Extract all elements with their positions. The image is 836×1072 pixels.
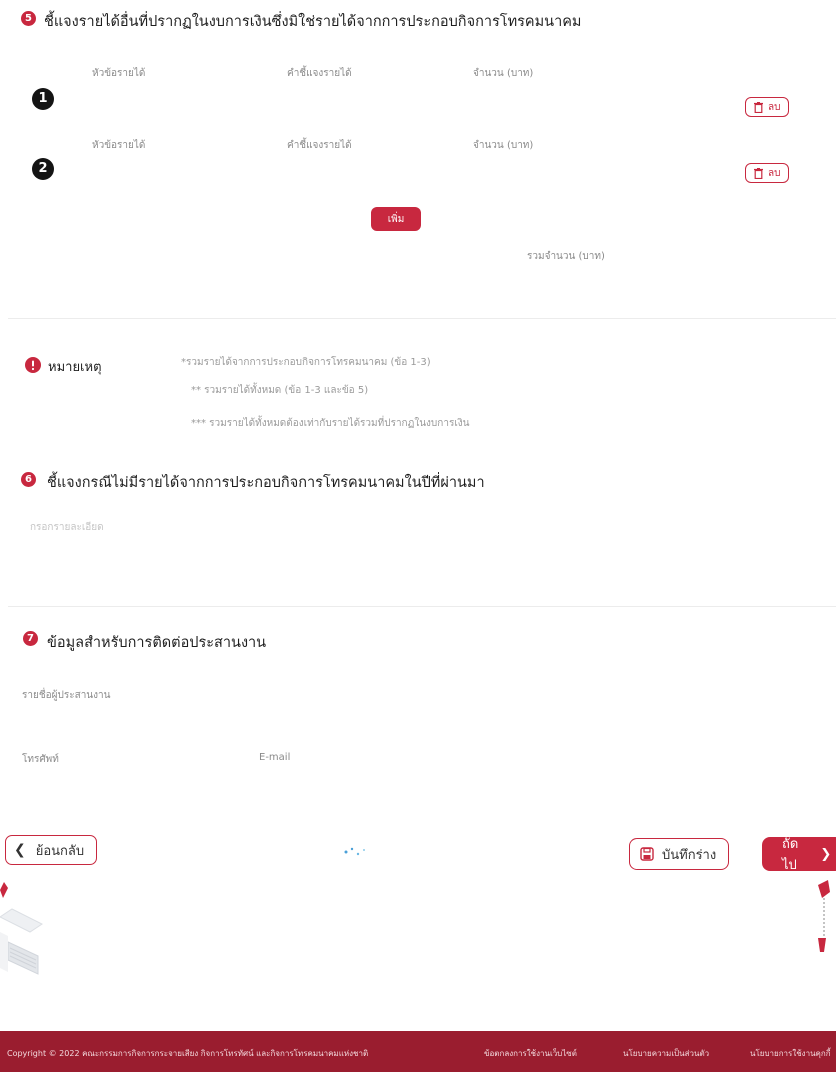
back-button[interactable]: ❮ ย้อนกลับ: [5, 835, 98, 865]
section-7-title: ข้อมูลสำหรับการติดต่อประสานงาน: [47, 635, 267, 651]
email-label: E-mail: [259, 752, 291, 763]
remark-line-1: *รวมรายได้จากการประกอบกิจการโทรคมนาคม (ข…: [181, 357, 431, 368]
alert-icon: [25, 357, 41, 377]
income-topic-label-1: หัวข้อรายได้: [92, 68, 146, 79]
income-amount-input-2[interactable]: [473, 154, 643, 178]
document-stack-illustration: [0, 872, 46, 986]
income-topic-label-2: หัวข้อรายได้: [92, 140, 146, 151]
income-topic-input-1[interactable]: [92, 82, 262, 106]
remark-line-3: *** รวมรายได้ทั้งหมดต้องเท่ากับรายได้รวม…: [191, 418, 470, 429]
site-footer: Copyright © 2022 คณะกรรมการกิจการกระจายเ…: [0, 1031, 836, 1072]
income-amount-label-1: จำนวน (บาท): [473, 68, 534, 79]
income-desc-label-2: คำชี้แจงรายได้: [287, 140, 352, 151]
next-button-label: ถัดไป: [782, 837, 799, 873]
income-desc-input-2[interactable]: [287, 154, 457, 178]
chevron-right-icon: ❯: [820, 846, 832, 862]
delete-button-label-1: ลบ: [768, 101, 781, 113]
dots-decoration: [343, 843, 369, 862]
add-row-button[interactable]: เพิ่ม: [371, 207, 421, 231]
section-divider: [8, 318, 836, 319]
footer-copyright: Copyright © 2022 คณะกรรมการกิจการกระจายเ…: [7, 1049, 369, 1058]
back-button-label: ย้อนกลับ: [35, 843, 85, 859]
coordinator-name-input[interactable]: [18, 702, 818, 726]
footer-privacy-link[interactable]: นโยบายความเป็นส่วนตัว: [623, 1047, 709, 1060]
phone-input[interactable]: [18, 766, 238, 790]
income-amount-label-2: จำนวน (บาท): [473, 140, 534, 151]
trash-icon: [754, 167, 763, 179]
detail-placeholder: กรอกรายละเอียด: [30, 522, 104, 533]
section-5-number-badge: 5: [21, 11, 36, 26]
trash-icon: [754, 101, 763, 113]
email-input[interactable]: [255, 766, 555, 790]
delete-row-button-2[interactable]: ลบ: [745, 163, 790, 183]
pen-stand-illustration: [808, 880, 836, 1034]
phone-label: โทรศัพท์: [22, 754, 59, 765]
total-amount-label: รวมจำนวน (บาท): [527, 251, 605, 262]
section-6-title: ชี้แจงกรณีไม่มีรายได้จากการประกอบกิจการโ…: [47, 475, 485, 491]
section-divider: [8, 606, 836, 607]
income-topic-input-2[interactable]: [92, 154, 262, 178]
section-5-title: ชี้แจงรายได้อื่นที่ปรากฏในงบการเงินซึ่งม…: [44, 14, 582, 30]
remarks-title: หมายเหตุ: [48, 360, 102, 375]
income-amount-input-1[interactable]: [473, 82, 643, 106]
no-income-detail-textarea[interactable]: กรอกรายละเอียด: [18, 512, 818, 582]
save-icon: [640, 847, 654, 861]
save-draft-label: บันทึกร่าง: [662, 847, 717, 863]
delete-button-label-2: ลบ: [768, 167, 781, 179]
save-draft-button[interactable]: บันทึกร่าง: [629, 838, 730, 870]
section-6-number-badge: 6: [21, 472, 36, 487]
chevron-left-icon: ❮: [14, 842, 26, 858]
remark-line-2: ** รวมรายได้ทั้งหมด (ข้อ 1-3 และข้อ 5): [191, 385, 369, 396]
next-button[interactable]: ถัดไป ❯: [762, 837, 836, 873]
section-7-number-badge: 7: [23, 631, 38, 646]
row-number-badge-2: 2: [32, 158, 54, 180]
footer-cookie-link[interactable]: นโยบายการใช้งานคุกกี้: [750, 1047, 831, 1060]
row-number-badge-1: 1: [32, 88, 54, 110]
income-desc-label-1: คำชี้แจงรายได้: [287, 68, 352, 79]
income-desc-input-1[interactable]: [287, 82, 457, 106]
delete-row-button-1[interactable]: ลบ: [745, 97, 790, 117]
coordinator-name-label: รายชื่อผู้ประสานงาน: [22, 690, 111, 701]
footer-terms-link[interactable]: ข้อตกลงการใช้งานเว็บไซต์: [484, 1047, 577, 1060]
